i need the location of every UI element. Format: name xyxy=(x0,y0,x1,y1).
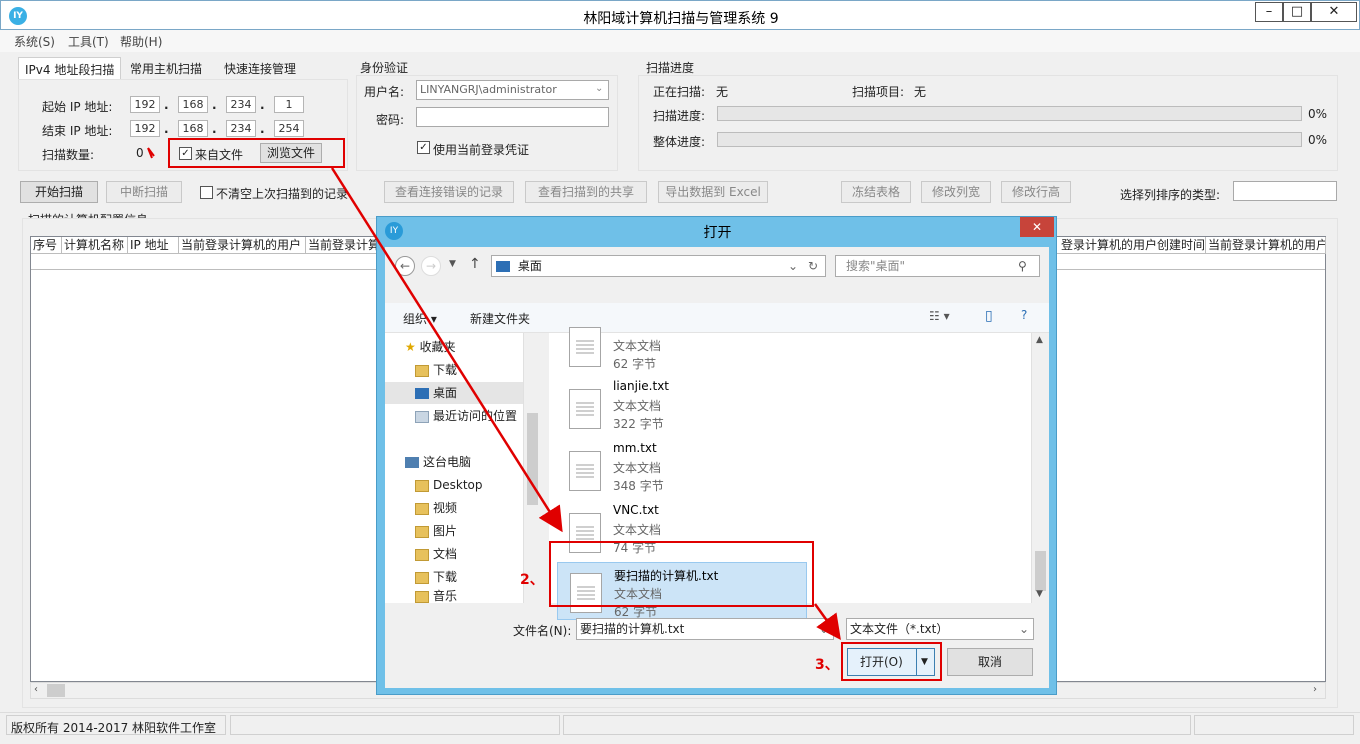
cursor-icon xyxy=(147,147,155,159)
arrow-to-file xyxy=(330,167,563,533)
annotation-arrows xyxy=(147,147,841,641)
arrow-to-open xyxy=(813,603,841,641)
